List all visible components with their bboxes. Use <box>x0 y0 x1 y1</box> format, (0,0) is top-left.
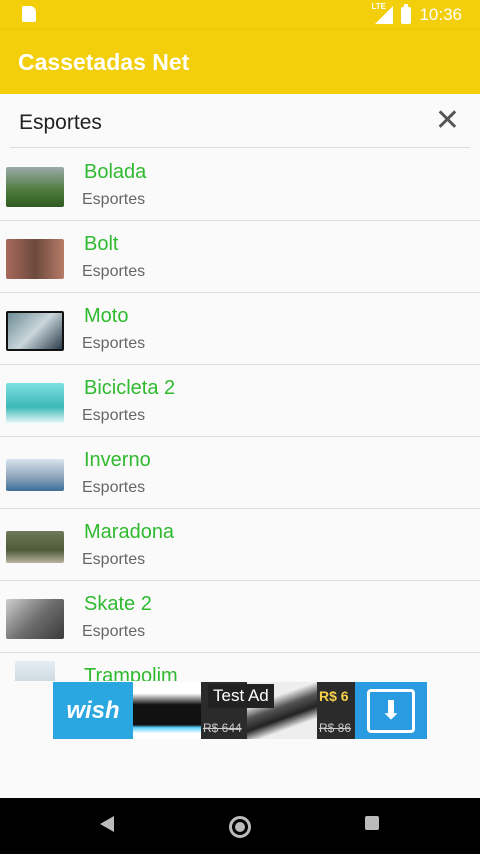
video-thumbnail[interactable] <box>6 459 64 491</box>
video-list[interactable]: Bolada Esportes Bolt Esportes Moto Espor… <box>0 149 480 681</box>
test-ad-label: Test Ad <box>208 684 274 708</box>
video-category: Esportes <box>82 623 146 640</box>
ad-price-old-2: R$ 86 <box>319 721 352 735</box>
video-thumbnail[interactable] <box>6 167 64 207</box>
video-title: Bolada <box>84 161 147 183</box>
battery-icon <box>401 3 412 24</box>
close-icon[interactable]: ✕ <box>435 106 460 136</box>
list-item[interactable]: Skate 2 Esportes <box>0 581 480 653</box>
ad-price-tile-2[interactable]: R$ 6 R$ 86 <box>317 682 355 739</box>
list-item[interactable]: Bicicleta 2 Esportes <box>0 365 480 437</box>
list-item[interactable]: Maradona Esportes <box>0 509 480 581</box>
video-category: Esportes <box>82 335 146 352</box>
video-title: Bicicleta 2 <box>84 377 176 399</box>
status-bar: LTE 10:36 <box>0 0 480 30</box>
video-thumbnail[interactable] <box>6 383 64 423</box>
recents-icon[interactable] <box>365 816 379 830</box>
list-item[interactable]: Bolada Esportes <box>0 149 480 221</box>
list-item[interactable]: Inverno Esportes <box>0 437 480 509</box>
video-thumbnail[interactable] <box>6 531 64 563</box>
video-category: Esportes <box>82 263 146 280</box>
signal-icon: LTE <box>371 2 394 24</box>
app-bar: Cassetadas Net <box>0 30 480 94</box>
app-title: Cassetadas Net <box>18 49 190 75</box>
video-thumbnail[interactable] <box>6 239 64 279</box>
video-title: Bolt <box>84 233 119 255</box>
video-thumbnail[interactable] <box>6 599 64 639</box>
search-bar[interactable]: Esportes ✕ <box>0 94 480 148</box>
video-category: Esportes <box>82 191 146 208</box>
search-input[interactable]: Esportes <box>19 111 102 135</box>
list-item[interactable]: Bolt Esportes <box>0 221 480 293</box>
video-title: Trampolim <box>84 665 178 681</box>
video-category: Esportes <box>82 407 146 424</box>
video-title: Inverno <box>84 449 151 471</box>
clock: 10:36 <box>419 5 462 24</box>
video-title: Moto <box>84 305 129 327</box>
list-item[interactable]: Trampolim <box>0 653 480 681</box>
video-thumbnail[interactable] <box>6 311 64 351</box>
list-item[interactable]: Moto Esportes <box>0 293 480 365</box>
wish-logo[interactable]: wish <box>53 682 133 739</box>
ad-download-button[interactable]: ⬇ <box>355 682 427 739</box>
network-label: LTE <box>371 2 386 11</box>
ad-shoe-image[interactable] <box>133 682 201 739</box>
sd-card-icon <box>22 6 36 22</box>
video-thumbnail[interactable] <box>15 661 55 681</box>
home-icon[interactable] <box>229 816 251 838</box>
ad-price-old-1: R$ 644 <box>203 721 242 735</box>
back-icon[interactable] <box>100 816 114 832</box>
video-title: Maradona <box>84 521 175 543</box>
video-title: Skate 2 <box>84 593 152 615</box>
video-category: Esportes <box>82 479 146 496</box>
download-icon: ⬇ <box>367 688 415 733</box>
video-category: Esportes <box>82 551 146 568</box>
search-underline <box>10 147 470 148</box>
ad-price-new-2: R$ 6 <box>319 688 349 704</box>
navigation-bar <box>0 798 480 854</box>
